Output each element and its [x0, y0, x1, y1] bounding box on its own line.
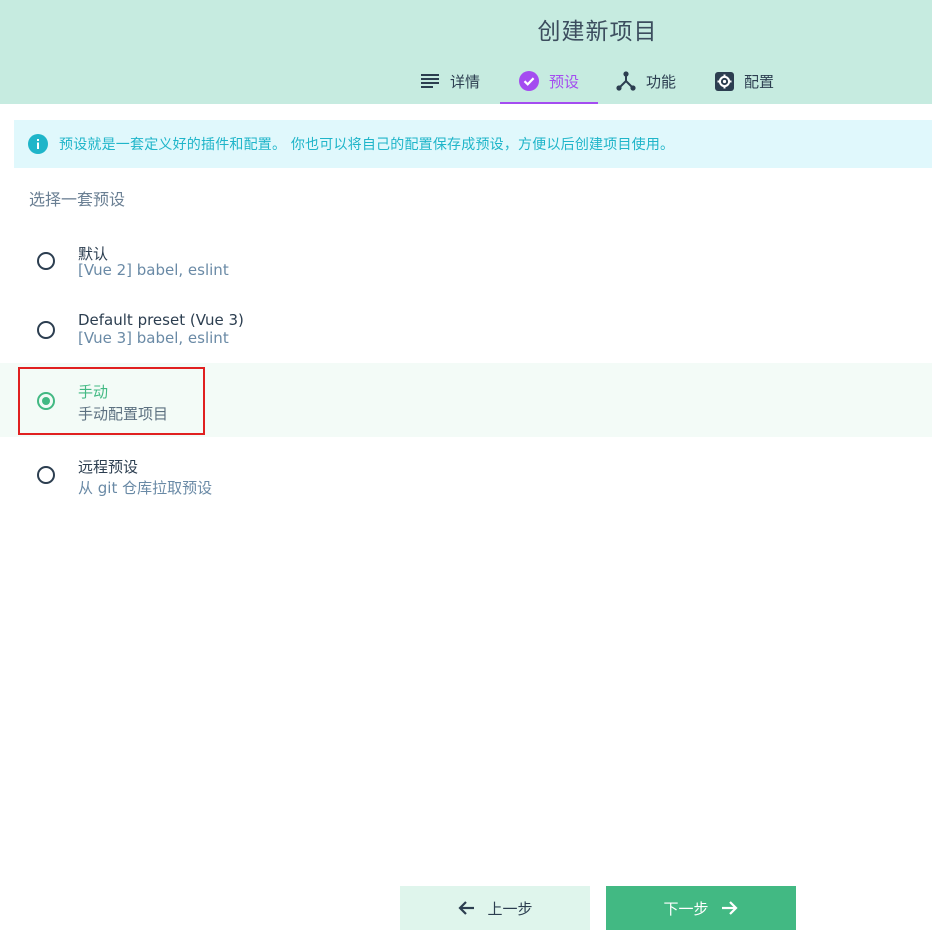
preset-description: [Vue 3] babel, eslint — [78, 329, 229, 347]
arrow-right-icon — [719, 898, 739, 918]
preset-item-manual[interactable]: 手动 手动配置项目 — [0, 363, 932, 437]
info-banner: 预设就是一套定义好的插件和配置。 你也可以将自己的配置保存成预设，方便以后创建项… — [14, 120, 932, 168]
tab-config-label: 配置 — [744, 72, 775, 91]
radio-button[interactable] — [37, 466, 55, 484]
preset-description: 从 git 仓库拉取预设 — [78, 479, 213, 497]
check-circle-icon — [518, 71, 539, 91]
preset-description: 手动配置项目 — [78, 405, 169, 423]
next-button-label: 下一步 — [663, 899, 709, 918]
previous-button-label: 上一步 — [487, 899, 533, 918]
page-title: 创建新项目 — [537, 19, 658, 45]
tab-preset-label: 预设 — [548, 72, 579, 91]
next-button[interactable]: 下一步 — [606, 886, 796, 930]
info-text: 预设就是一套定义好的插件和配置。 你也可以将自己的配置保存成预设，方便以后创建项… — [59, 137, 675, 153]
tab-details-label: 详情 — [450, 72, 481, 91]
radio-button[interactable] — [37, 252, 55, 270]
header: 创建新项目 详情 预设 功能 配置 — [0, 0, 932, 104]
preset-item-default[interactable]: 默认 [Vue 2] babel, eslint — [0, 224, 932, 298]
preset-name: 远程预设 — [78, 458, 139, 476]
tab-features-label: 功能 — [646, 72, 677, 91]
preset-item-vue3[interactable]: Default preset (Vue 3) [Vue 3] babel, es… — [0, 292, 932, 366]
info-icon — [28, 134, 48, 154]
section-title: 选择一套预设 — [29, 190, 126, 209]
preset-name: Default preset (Vue 3) — [78, 311, 244, 329]
preset-item-remote[interactable]: 远程预设 从 git 仓库拉取预设 — [0, 437, 932, 511]
arrow-left-icon — [457, 898, 477, 918]
tab-features[interactable]: 功能 — [616, 60, 676, 102]
step-tabs: 详情 预设 功能 配置 — [0, 60, 932, 104]
radio-button[interactable] — [37, 392, 55, 410]
previous-button[interactable]: 上一步 — [400, 886, 590, 930]
preset-name: 手动 — [78, 383, 109, 401]
tab-details[interactable]: 详情 — [420, 60, 480, 102]
tab-config[interactable]: 配置 — [714, 60, 774, 102]
preset-description: [Vue 2] babel, eslint — [78, 261, 229, 279]
fork-icon — [616, 71, 636, 91]
tab-preset[interactable]: 预设 — [500, 60, 598, 104]
radio-button[interactable] — [37, 321, 55, 339]
list-icon — [420, 71, 440, 91]
gear-icon — [714, 71, 734, 91]
